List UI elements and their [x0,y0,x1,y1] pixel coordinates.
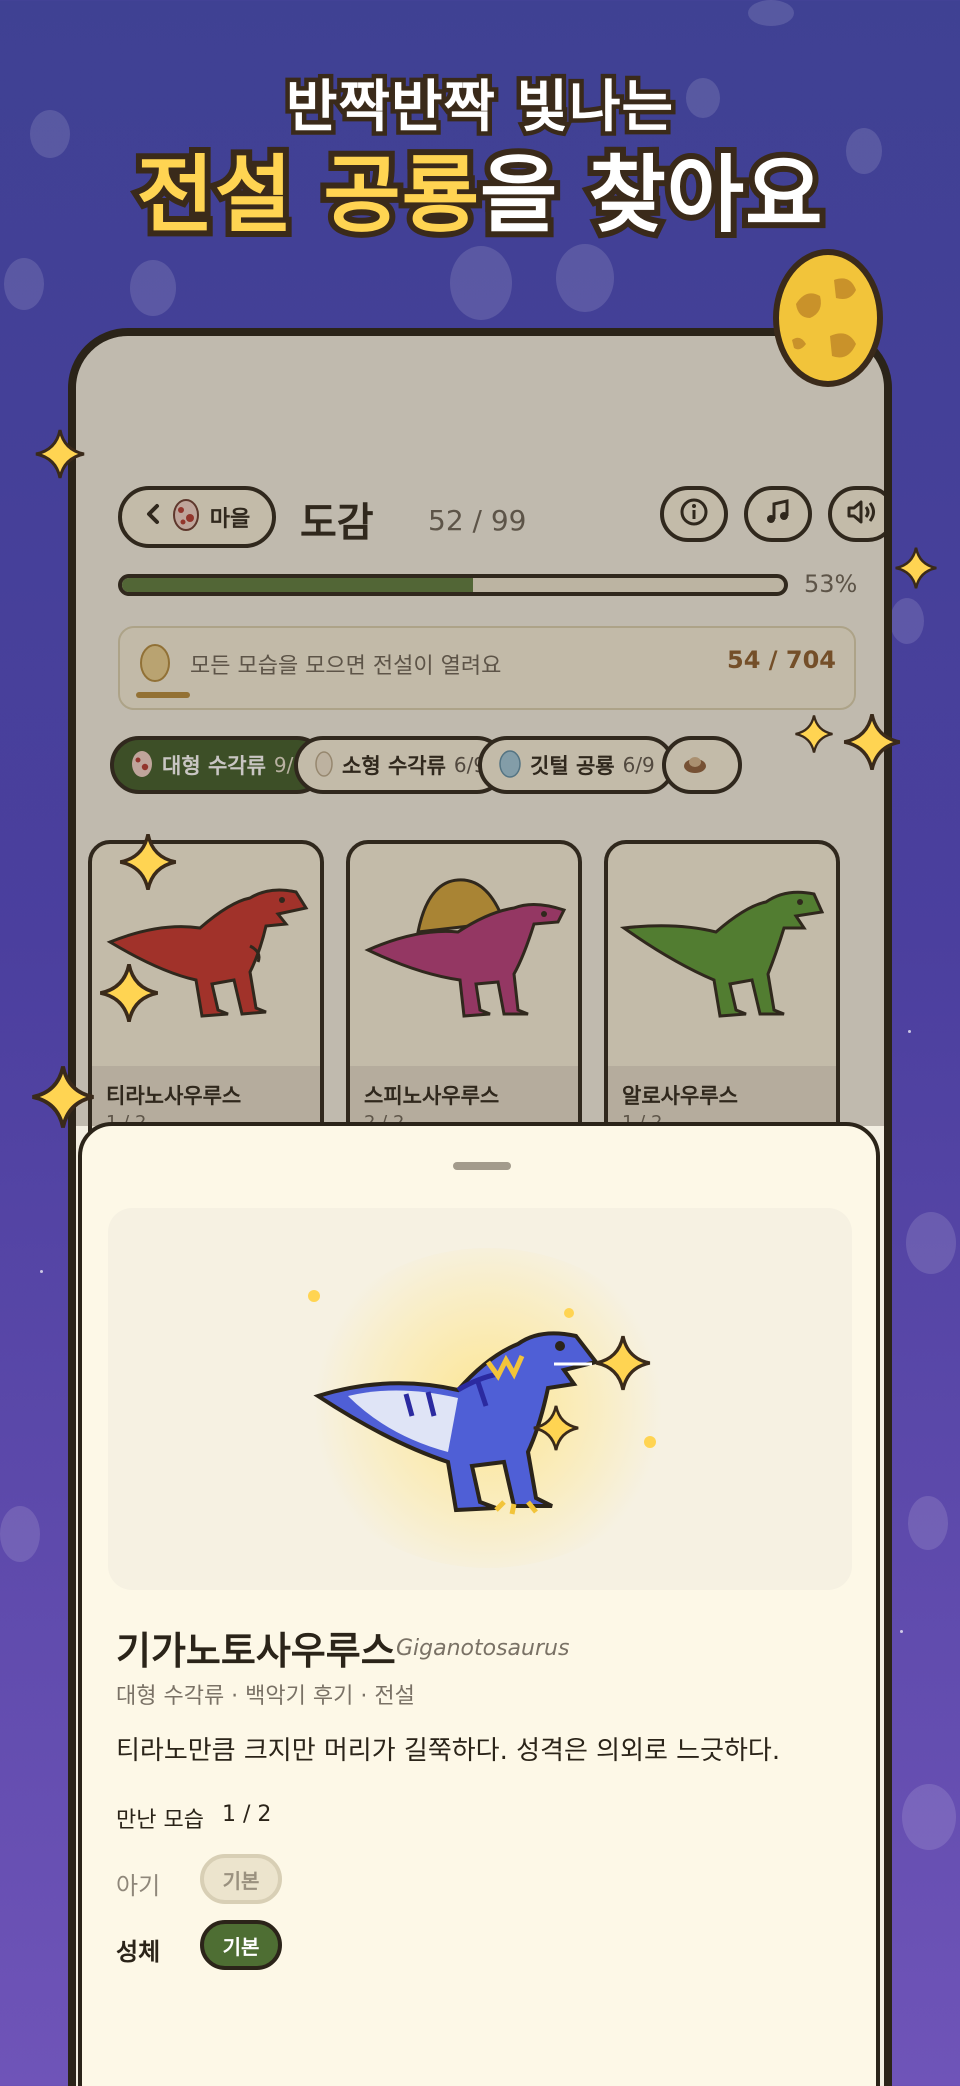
bg-bubble [890,598,924,644]
sheet-drag-handle[interactable] [453,1162,511,1170]
met-forms-label: 만난 모습 [116,1808,204,1833]
headline-rest: 을 찾아요 [474,140,828,250]
sparkle-icon [118,832,178,896]
bg-bubble [748,0,794,26]
dino-meta: 대형 수각류 · 백악기 후기 · 전설 [116,1684,415,1709]
bg-star [40,1270,43,1273]
headline-line2: 전설 공룡을 찾아요 [0,128,960,250]
dino-latin-name: Giganotosaurus [396,1636,570,1661]
dino-artwork-panel [108,1208,852,1590]
sparkle-icon [794,714,834,758]
dino-name: 기가노토사우루스 [116,1629,396,1673]
sparkle-icon [98,962,160,1028]
sparkle-icon [30,1064,96,1134]
headline-highlight: 전설 공룡 [131,140,485,250]
sparkle-dot [308,1290,320,1302]
sparkle-dot [644,1436,656,1448]
stage-label-baby: 아기 [116,1872,161,1900]
golden-egg-icon [770,240,886,392]
bg-bubble [908,1496,948,1550]
dino-detail-sheet: 기가노토사우루스 Giganotosaurus 대형 수각류 · 백악기 후기 … [78,1122,880,2086]
stage-label-adult: 성체 [116,1938,161,1966]
giganotosaurus-icon [308,1266,648,1550]
sparkle-icon [842,712,902,776]
sparkle-dot [564,1308,574,1318]
bg-bubble [450,246,512,320]
sparkle-icon [532,1404,580,1456]
bg-bubble [906,1212,956,1274]
form-chip-adult-basic[interactable]: 기본 [200,1920,282,1970]
bg-star [908,1030,911,1033]
bg-bubble [4,258,44,310]
sheet-backdrop[interactable] [76,336,884,1126]
bg-bubble [556,244,614,312]
sparkle-icon [594,1334,652,1396]
bg-bubble [902,1784,956,1850]
form-chip-baby-basic[interactable]: 기본 [200,1854,282,1904]
bg-star [900,1630,903,1633]
sparkle-icon [894,546,938,594]
sparkle-icon [34,428,86,484]
bg-bubble [0,1506,40,1562]
dino-description: 티라노만큼 크지만 머리가 길쭉하다. 성격은 의외로 느긋하다. [116,1736,781,1766]
met-forms-count: 1 / 2 [222,1802,272,1827]
bg-bubble [130,260,176,316]
